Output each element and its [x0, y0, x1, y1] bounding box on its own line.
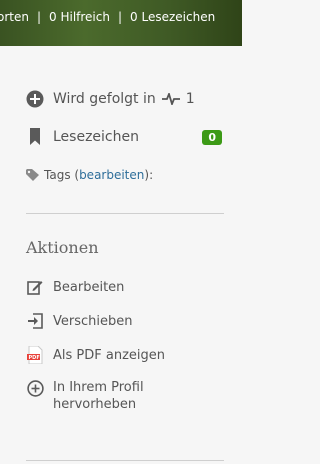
feature-label: In Ihrem Profil hervorheben — [53, 379, 144, 413]
pdf-action[interactable]: PDF Als PDF anzeigen — [26, 346, 165, 364]
bookmark-count-badge: 0 — [202, 129, 222, 145]
sidebar-panel: Wird gefolgt in 1 Lesezeichen 0 Tags (be… — [0, 46, 242, 464]
bookmark-item[interactable]: Lesezeichen 0 — [26, 128, 222, 146]
plus-circle-icon — [26, 90, 44, 108]
activity-icon — [161, 93, 180, 105]
tags-suffix: ): — [144, 168, 154, 182]
edit-action[interactable]: Bearbeiten — [26, 278, 124, 296]
follow-count: 1 — [185, 91, 195, 107]
pdf-icon: PDF — [26, 346, 44, 364]
bookmark-icon — [26, 128, 44, 146]
plus-circle-outline-icon — [26, 379, 44, 397]
separator: | — [36, 10, 42, 24]
tags-label: Tags ( — [44, 168, 80, 182]
bookmark-label: Lesezeichen — [53, 129, 139, 145]
edit-label: Bearbeiten — [53, 279, 125, 295]
bookmarks-count: 0 Lesezeichen — [130, 10, 216, 24]
separator: | — [117, 10, 123, 24]
feature-action[interactable]: In Ihrem Profil hervorheben — [26, 379, 144, 413]
follow-item[interactable]: Wird gefolgt in 1 — [26, 90, 195, 108]
tags-edit-link[interactable]: bearbeiten — [79, 168, 144, 182]
divider — [26, 460, 224, 461]
svg-text:PDF: PDF — [29, 355, 40, 361]
helpful-count: 0 Hilfreich — [49, 10, 110, 24]
move-icon — [26, 312, 44, 330]
feature-label-line1: In Ihrem Profil — [53, 380, 144, 395]
tags-item: Tags (bearbeiten): — [26, 166, 153, 184]
answers-count: orten — [0, 10, 29, 24]
follow-label: Wird gefolgt in — [53, 91, 156, 107]
actions-title: Aktionen — [26, 238, 99, 257]
divider — [26, 213, 224, 214]
pdf-label: Als PDF anzeigen — [53, 347, 165, 363]
edit-icon — [26, 278, 44, 296]
feature-label-line2: hervorheben — [53, 397, 137, 412]
stats-banner: orten | 0 Hilfreich | 0 Lesezeichen — [0, 0, 242, 46]
move-action[interactable]: Verschieben — [26, 312, 133, 330]
tag-icon — [26, 166, 40, 184]
move-label: Verschieben — [53, 313, 133, 329]
